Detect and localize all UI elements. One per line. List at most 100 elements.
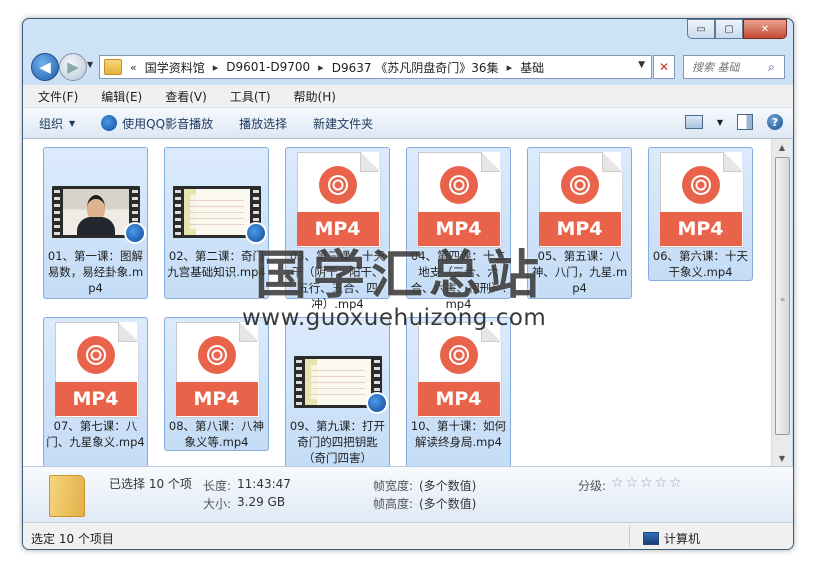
file-name: 02、第二课：奇门九宫基础知识.mp4 [167,249,266,279]
play-selection-label: 播放选择 [239,116,288,131]
menu-bar: 文件(F) 编辑(E) 查看(V) 工具(T) 帮助(H) [23,85,793,108]
play-with-qq-button[interactable]: 使用QQ影音播放 [91,115,223,132]
file-tile[interactable]: MP4 07、第七课：八门、九星象义.mp4 [43,317,148,469]
qq-player-badge-icon [123,222,146,244]
menu-tools[interactable]: 工具(T) [222,88,279,105]
file-tile[interactable]: 02、第二课：奇门九宫基础知识.mp4 [164,147,269,299]
back-button[interactable]: ◀ [31,53,59,81]
help-icon[interactable]: ? [767,114,783,130]
film-strip-icon [51,186,146,244]
forward-button[interactable]: ▶ [59,53,87,81]
close-button[interactable]: ✕ [743,19,787,39]
search-icon[interactable]: ⌕ [768,60,775,75]
search-input[interactable] [690,59,764,75]
mp4-icon: MP4 [286,148,389,248]
mp4-icon: MP4 [528,148,631,248]
mp4-icon: MP4 [649,148,752,248]
menu-view[interactable]: 查看(V) [157,88,215,105]
mp4-label: MP4 [417,382,500,416]
address-dropdown-icon[interactable]: ▼ [638,60,645,70]
address-bar[interactable]: « 国学资料馆 ▸ D9601-D9700 ▸ D9637 《苏凡阴盘奇门》36… [99,55,652,79]
file-tile[interactable]: MP4 06、第六课：十天干象义.mp4 [648,147,753,281]
command-bar: 组织 ▼ 使用QQ影音播放 播放选择 新建文件夹 ▼ ? [23,108,793,139]
file-tile[interactable]: MP4 10、第十课：如何解读终身局.mp4 [406,317,511,469]
mp4-label: MP4 [538,212,621,246]
play-selection-button[interactable]: 播放选择 [229,115,297,132]
new-folder-button[interactable]: 新建文件夹 [303,115,383,132]
play-with-qq-label: 使用QQ影音播放 [122,116,214,131]
breadcrumb-chevron-icon[interactable]: ▸ [318,61,324,74]
mp4-icon: MP4 [407,318,510,418]
watermark-url: www.guoxuehuizong.com [242,305,547,331]
rating-stars-icon[interactable]: ☆☆☆☆☆ [611,475,684,491]
scrollbar-thumb[interactable]: ≡ [775,157,790,435]
length-value: 11:43:47 [237,477,291,491]
file-tile[interactable]: MP4 08、第八课：八神象义等.mp4 [164,317,269,451]
status-location-label: 计算机 [664,532,701,546]
rating-label: 分级: [578,479,607,493]
frame-width-value: (多个数值) [419,479,477,493]
frame-height-label: 帧高度: [373,497,414,511]
status-location: 计算机 [643,530,700,547]
file-name: 07、第七课：八门、九星象义.mp4 [46,419,145,449]
mp4-icon: MP4 [44,318,147,418]
selection-folder-icon [49,475,85,517]
size-value: 3.29 GB [237,495,286,509]
breadcrumb-item[interactable]: D9637 《苏凡阴盘奇门》36集 [332,59,499,76]
mp4-icon: MP4 [165,318,268,418]
breadcrumb-overflow[interactable]: « [130,61,137,74]
status-divider [629,526,630,546]
selection-count: 已选择 10 个项 [109,477,192,491]
search-box[interactable]: ⌕ [683,55,785,79]
film-strip-icon [293,356,388,414]
vertical-scrollbar[interactable]: ▲ ≡ ▼ [771,139,792,466]
film-strip-icon [172,186,267,244]
caption-buttons: ▭ ▢ ✕ [687,19,787,39]
scroll-up-icon[interactable]: ▲ [772,139,792,155]
navigation-row: ◀ ▶ ▼ « 国学资料馆 ▸ D9601-D9700 ▸ D9637 《苏凡阴… [23,49,793,83]
video-thumbnail [44,148,147,246]
menu-file[interactable]: 文件(F) [30,88,86,105]
new-folder-label: 新建文件夹 [313,116,374,131]
video-thumbnail [286,318,389,416]
organize-label: 组织 [39,116,64,131]
breadcrumb-item[interactable]: 国学资料馆 [145,59,205,76]
file-name: 01、第一课：图解易数，易经卦象.mp4 [47,249,144,295]
mp4-label: MP4 [175,382,258,416]
scroll-down-icon[interactable]: ▼ [772,450,792,466]
minimize-button[interactable]: ▭ [687,19,715,39]
preview-pane-icon[interactable] [737,114,753,130]
history-dropdown-icon[interactable]: ▼ [87,60,93,69]
file-tile[interactable]: 09、第九课：打开奇门的四把钥匙（奇门四害） [285,317,390,469]
organize-button[interactable]: 组织 ▼ [29,115,85,132]
qq-player-badge-icon [365,392,388,414]
mp4-label: MP4 [659,212,742,246]
maximize-button[interactable]: ▢ [715,19,743,39]
file-tile[interactable]: 01、第一课：图解易数，易经卦象.mp4 [43,147,148,299]
qq-player-icon [101,115,118,131]
frame-width-label: 帧宽度: [373,479,414,493]
toolbar-right: ▼ ? [684,114,783,130]
size-label: 大小: [203,497,232,511]
length-label: 长度: [203,479,232,493]
change-view-icon[interactable] [684,115,703,129]
menu-edit[interactable]: 编辑(E) [93,88,150,105]
file-name: 08、第八课：八神象义等.mp4 [168,419,265,449]
view-options-chevron-icon[interactable]: ▼ [717,118,723,127]
mp4-icon: MP4 [407,148,510,248]
computer-icon [643,532,659,545]
mp4-label: MP4 [54,382,137,416]
file-name: 09、第九课：打开奇门的四把钥匙（奇门四害） [289,419,386,465]
chevron-down-icon: ▼ [69,118,76,128]
breadcrumb-item[interactable]: 基础 [520,59,544,76]
file-name: 10、第十课：如何解读终身局.mp4 [410,419,507,449]
stop-icon[interactable]: ✕ [653,55,675,79]
menu-help[interactable]: 帮助(H) [286,88,344,105]
breadcrumb-chevron-icon[interactable]: ▸ [213,61,219,74]
folder-icon [104,59,122,75]
breadcrumb-chevron-icon[interactable]: ▸ [507,61,513,74]
frame-height-value: (多个数值) [419,497,477,511]
watermark-title: 国学汇总站 [255,246,546,306]
status-selected: 选定 10 个项目 [31,532,114,546]
breadcrumb-item[interactable]: D9601-D9700 [226,60,310,74]
